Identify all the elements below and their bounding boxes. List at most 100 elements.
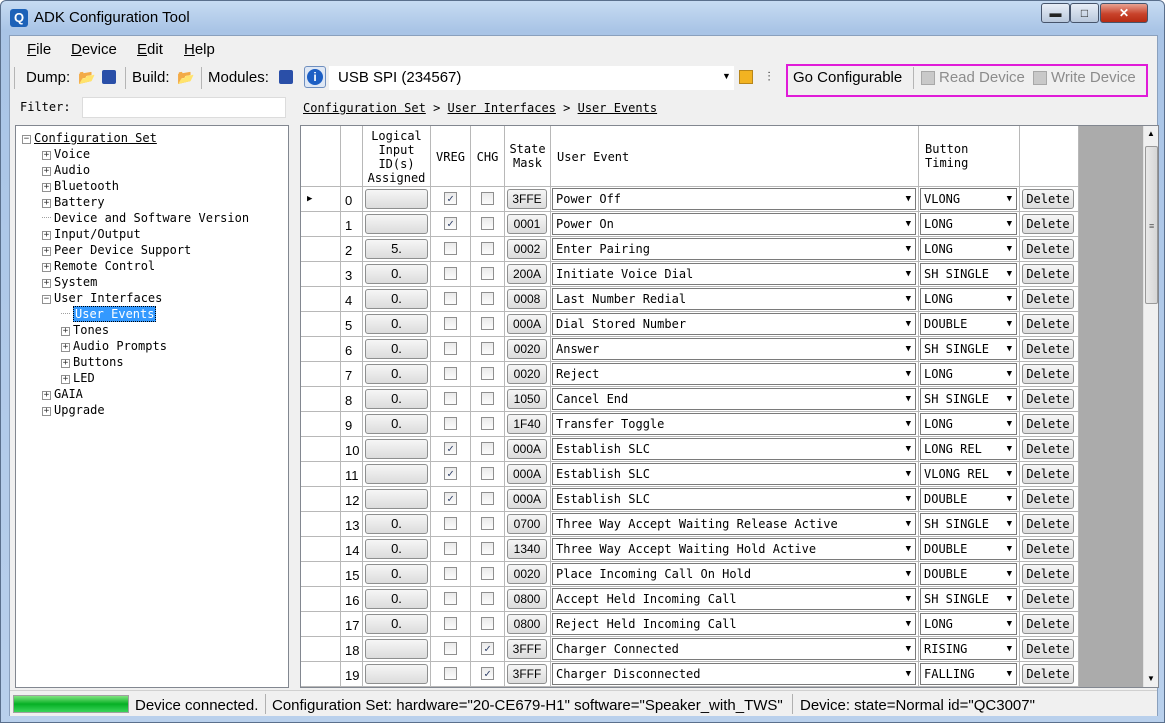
chevron-down-icon[interactable]: ▼ — [1007, 314, 1012, 334]
table-row[interactable]: 11 ✓ 000A Establish SLC ▼ VLONG REL ▼ Delete — [301, 462, 1079, 487]
row-header[interactable] — [301, 337, 341, 362]
chevron-down-icon[interactable]: ▼ — [906, 439, 911, 459]
dump-save-icon[interactable] — [102, 70, 116, 84]
delete-button[interactable]: Delete — [1022, 514, 1074, 534]
button-timing-select[interactable]: VLONG REL ▼ — [920, 463, 1017, 485]
expand-icon[interactable]: + — [42, 247, 51, 256]
chg-checkbox[interactable] — [481, 242, 494, 255]
expand-icon[interactable]: + — [42, 167, 51, 176]
button-timing-select[interactable]: LONG ▼ — [920, 238, 1017, 260]
delete-button[interactable]: Delete — [1022, 389, 1074, 409]
delete-button[interactable]: Delete — [1022, 564, 1074, 584]
user-event-select[interactable]: Dial Stored Number ▼ — [552, 313, 916, 335]
chg-checkbox[interactable] — [481, 317, 494, 330]
chevron-down-icon[interactable]: ▼ — [1007, 264, 1012, 284]
chevron-down-icon[interactable]: ▼ — [906, 314, 911, 334]
chevron-down-icon[interactable]: ▼ — [906, 464, 911, 484]
chevron-down-icon[interactable]: ▼ — [1007, 414, 1012, 434]
logical-input-button[interactable]: 0. — [365, 539, 428, 559]
vreg-checkbox[interactable] — [444, 317, 457, 330]
vreg-checkbox[interactable] — [444, 267, 457, 280]
table-row[interactable]: 14 0. 1340 Three Way Accept Waiting Hold Ac… — [301, 537, 1079, 562]
scroll-up-icon[interactable]: ▲ — [1147, 129, 1155, 138]
logical-input-button[interactable]: 0. — [365, 339, 428, 359]
button-timing-select[interactable]: DOUBLE ▼ — [920, 313, 1017, 335]
row-header[interactable] — [301, 512, 341, 537]
tree-node[interactable]: + Upgrade — [42, 402, 105, 418]
tree-node[interactable]: + Remote Control — [42, 258, 155, 274]
row-header[interactable] — [301, 562, 341, 587]
chg-checkbox[interactable] — [481, 392, 494, 405]
logical-input-button[interactable]: 0. — [365, 289, 428, 309]
state-mask-button[interactable]: 200A — [507, 264, 547, 284]
state-mask-button[interactable]: 1050 — [507, 389, 547, 409]
expand-icon[interactable]: + — [61, 343, 70, 352]
scroll-down-icon[interactable]: ▼ — [1147, 674, 1155, 683]
table-row[interactable]: 16 0. 0800 Accept Held Incoming Call ▼ SH SIN… — [301, 587, 1079, 612]
chg-checkbox[interactable] — [481, 567, 494, 580]
breadcrumb-item[interactable]: User Interfaces — [448, 101, 556, 115]
table-row[interactable]: 7 0. 0020 Reject ▼ LONG ▼ Delete — [301, 362, 1079, 387]
delete-button[interactable]: Delete — [1022, 339, 1074, 359]
state-mask-button[interactable]: 3FFE — [507, 189, 547, 209]
chg-checkbox[interactable]: ✓ — [481, 642, 494, 655]
delete-button[interactable]: Delete — [1022, 239, 1074, 259]
user-event-select[interactable]: Charger Connected ▼ — [552, 638, 916, 660]
state-mask-button[interactable]: 0020 — [507, 364, 547, 384]
state-mask-button[interactable]: 0700 — [507, 514, 547, 534]
vreg-checkbox[interactable] — [444, 367, 457, 380]
logical-input-button[interactable]: 5. — [365, 239, 428, 259]
chevron-down-icon[interactable]: ▼ — [1007, 339, 1012, 359]
vreg-checkbox[interactable] — [444, 567, 457, 580]
chevron-down-icon[interactable]: ▼ — [906, 214, 911, 234]
column-header-chg[interactable]: CHG — [471, 126, 505, 187]
chevron-down-icon[interactable]: ▼ — [906, 639, 911, 659]
chevron-down-icon[interactable]: ▼ — [906, 289, 911, 309]
chevron-down-icon[interactable]: ▼ — [1007, 639, 1012, 659]
chevron-down-icon[interactable]: ▼ — [906, 364, 911, 384]
tree-node[interactable]: + LED — [61, 370, 95, 386]
tree-node[interactable]: + Audio — [42, 162, 90, 178]
menu-file[interactable]: File — [27, 41, 51, 58]
chevron-down-icon[interactable]: ▼ — [1007, 439, 1012, 459]
chevron-down-icon[interactable]: ▼ — [906, 389, 911, 409]
row-header[interactable] — [301, 487, 341, 512]
table-row[interactable]: 15 0. 0020 Place Incoming Call On Hold ▼ DOUB… — [301, 562, 1079, 587]
button-timing-select[interactable]: RISING ▼ — [920, 638, 1017, 660]
row-header[interactable] — [301, 612, 341, 637]
state-mask-button[interactable]: 0020 — [507, 564, 547, 584]
state-mask-button[interactable]: 000A — [507, 439, 547, 459]
table-row[interactable]: 8 0. 1050 Cancel End ▼ SH SINGLE ▼ Delete — [301, 387, 1079, 412]
chevron-down-icon[interactable]: ▼ — [1007, 564, 1012, 584]
tree-node[interactable]: + Audio Prompts — [61, 338, 167, 354]
logical-input-button[interactable] — [365, 489, 428, 509]
button-timing-select[interactable]: VLONG ▼ — [920, 188, 1017, 210]
chevron-down-icon[interactable]: ▼ — [906, 589, 911, 609]
chevron-down-icon[interactable]: ▼ — [906, 339, 911, 359]
dump-open-icon[interactable]: 📂 — [78, 68, 96, 86]
column-header-user-event[interactable]: User Event — [551, 126, 919, 187]
logical-input-button[interactable] — [365, 189, 428, 209]
delete-button[interactable]: Delete — [1022, 539, 1074, 559]
vertical-scrollbar[interactable]: ▲ ≡ ▼ — [1143, 126, 1158, 687]
chg-checkbox[interactable] — [481, 442, 494, 455]
chevron-down-icon[interactable]: ▼ — [1007, 239, 1012, 259]
chevron-down-icon[interactable]: ▼ — [722, 71, 731, 81]
delete-button[interactable]: Delete — [1022, 464, 1074, 484]
tree-node[interactable]: − User Interfaces — [42, 290, 162, 306]
expand-icon[interactable]: + — [42, 279, 51, 288]
column-header-button-timing[interactable]: Button Timing — [919, 126, 1020, 187]
button-timing-select[interactable]: SH SINGLE ▼ — [920, 513, 1017, 535]
state-mask-button[interactable]: 0001 — [507, 214, 547, 234]
button-timing-select[interactable]: SH SINGLE ▼ — [920, 588, 1017, 610]
chevron-down-icon[interactable]: ▼ — [1007, 514, 1012, 534]
delete-button[interactable]: Delete — [1022, 214, 1074, 234]
button-timing-select[interactable]: SH SINGLE ▼ — [920, 263, 1017, 285]
vreg-checkbox[interactable]: ✓ — [444, 467, 457, 480]
expand-icon[interactable]: + — [61, 359, 70, 368]
chevron-down-icon[interactable]: ▼ — [1007, 614, 1012, 634]
table-row[interactable]: 17 0. 0800 Reject Held Incoming Call ▼ LONG ▼ D… — [301, 612, 1079, 637]
delete-button[interactable]: Delete — [1022, 664, 1074, 684]
modules-save-icon[interactable] — [279, 70, 293, 84]
user-event-select[interactable]: Establish SLC ▼ — [552, 438, 916, 460]
